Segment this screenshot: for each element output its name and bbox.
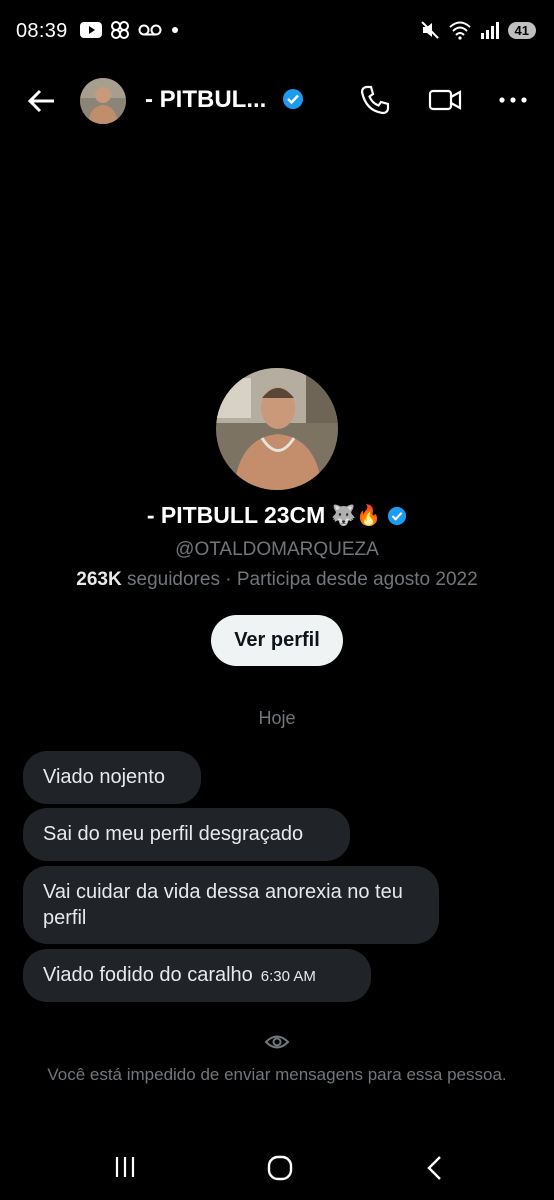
message-text: Viado fodido do caralho (43, 964, 253, 986)
blocked-notice-text: Você está impedido de enviar mensagens p… (47, 1065, 507, 1084)
home-icon[interactable] (266, 1154, 294, 1182)
profile-avatar[interactable] (216, 368, 338, 490)
message-text: Viado nojento (43, 766, 165, 788)
message-text: Vai cuidar da vida dessa anorexia no teu… (43, 881, 403, 929)
pinwheel-icon (111, 21, 129, 39)
message-text: Sai do meu perfil desgraçado (43, 823, 304, 845)
view-profile-button[interactable]: Ver perfil (211, 615, 343, 666)
header-avatar[interactable] (80, 78, 126, 124)
status-bar: 08:39 41 (0, 0, 554, 62)
followers-text: seguidores · Participa desde agosto 2022 (127, 569, 478, 590)
wifi-icon (448, 21, 471, 40)
message-timestamp: 6:30 AM (260, 968, 316, 985)
back-arrow-icon[interactable] (24, 84, 58, 118)
dot-icon (172, 27, 178, 33)
profile-card: - PITBULL 23CM 🐺🔥 @OTALDOMARQUEZA 263K s… (0, 368, 554, 666)
eye-icon (264, 1035, 290, 1049)
notification-icons (80, 20, 180, 40)
recent-apps-icon[interactable] (112, 1154, 138, 1180)
signal-icon (480, 22, 499, 39)
phone-call-icon[interactable] (358, 83, 392, 117)
video-call-icon[interactable] (428, 84, 462, 116)
message-bubble[interactable]: Viado nojento (23, 751, 201, 804)
profile-name-row: - PITBULL 23CM 🐺🔥 (0, 502, 554, 529)
youtube-icon (80, 22, 102, 38)
followers-count: 263K (76, 569, 122, 590)
verified-badge-icon (388, 506, 407, 525)
profile-stats: 263K seguidores · Participa desde agosto… (0, 569, 554, 591)
profile-handle: @OTALDOMARQUEZA (175, 539, 379, 560)
profile-emoji: 🐺🔥 (331, 505, 382, 527)
verified-badge-icon (283, 89, 303, 109)
status-time: 08:39 (16, 20, 68, 42)
mute-icon (420, 21, 439, 39)
system-icons: 41 (420, 20, 536, 40)
system-nav-bar (0, 1140, 554, 1200)
header-name[interactable]: - PITBUL... (145, 86, 266, 114)
voicemail-icon (138, 24, 162, 36)
blocked-notice: Você está impedido de enviar mensagens p… (0, 1032, 554, 1086)
message-bubble[interactable]: Sai do meu perfil desgraçado (23, 808, 350, 861)
more-options-icon[interactable] (497, 84, 529, 116)
nav-back-icon[interactable] (424, 1154, 446, 1182)
conversation-header: - PITBUL... (0, 70, 554, 130)
message-bubble[interactable]: Viado fodido do caralho 6:30 AM (23, 949, 371, 1002)
battery-icon: 41 (507, 21, 536, 39)
profile-name: - PITBULL 23CM (146, 502, 326, 528)
message-bubble[interactable]: Vai cuidar da vida dessa anorexia no teu… (23, 866, 439, 944)
date-separator: Hoje (258, 708, 296, 728)
